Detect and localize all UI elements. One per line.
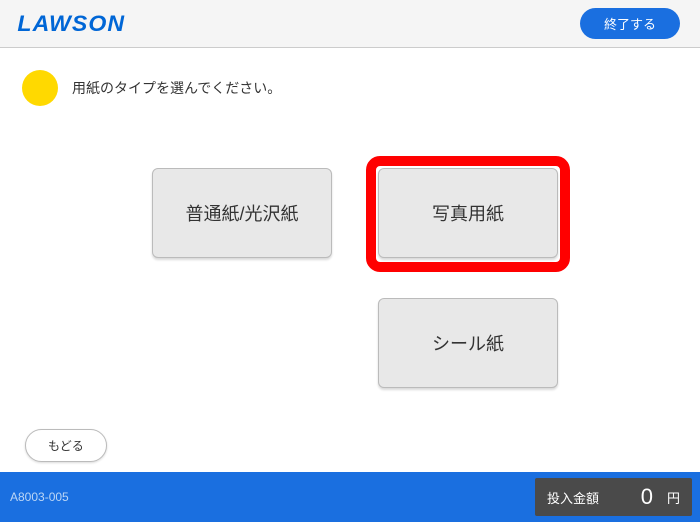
amount-label: 投入金額 — [547, 488, 599, 507]
header-bar: LAWSON 終了する — [0, 0, 700, 48]
instruction-row: 用紙のタイプを選んでください。 — [0, 48, 700, 106]
options-area: 普通紙/光沢紙 写真用紙 シール紙 — [0, 106, 700, 406]
footer-bar: A8003-005 投入金額 0 円 — [0, 472, 700, 522]
screen-code: A8003-005 — [10, 490, 69, 504]
back-button[interactable]: もどる — [25, 429, 107, 462]
inserted-amount-box: 投入金額 0 円 — [535, 478, 692, 516]
amount-value: 0 — [613, 484, 653, 510]
end-button[interactable]: 終了する — [580, 8, 680, 39]
step-indicator-icon — [22, 70, 58, 106]
instruction-text: 用紙のタイプを選んでください。 — [72, 78, 281, 98]
option-plain-gloss-paper[interactable]: 普通紙/光沢紙 — [152, 168, 332, 258]
option-seal-paper[interactable]: シール紙 — [378, 298, 558, 388]
lawson-logo: LAWSON — [17, 11, 125, 37]
amount-unit: 円 — [667, 488, 680, 507]
option-photo-paper[interactable]: 写真用紙 — [378, 168, 558, 258]
